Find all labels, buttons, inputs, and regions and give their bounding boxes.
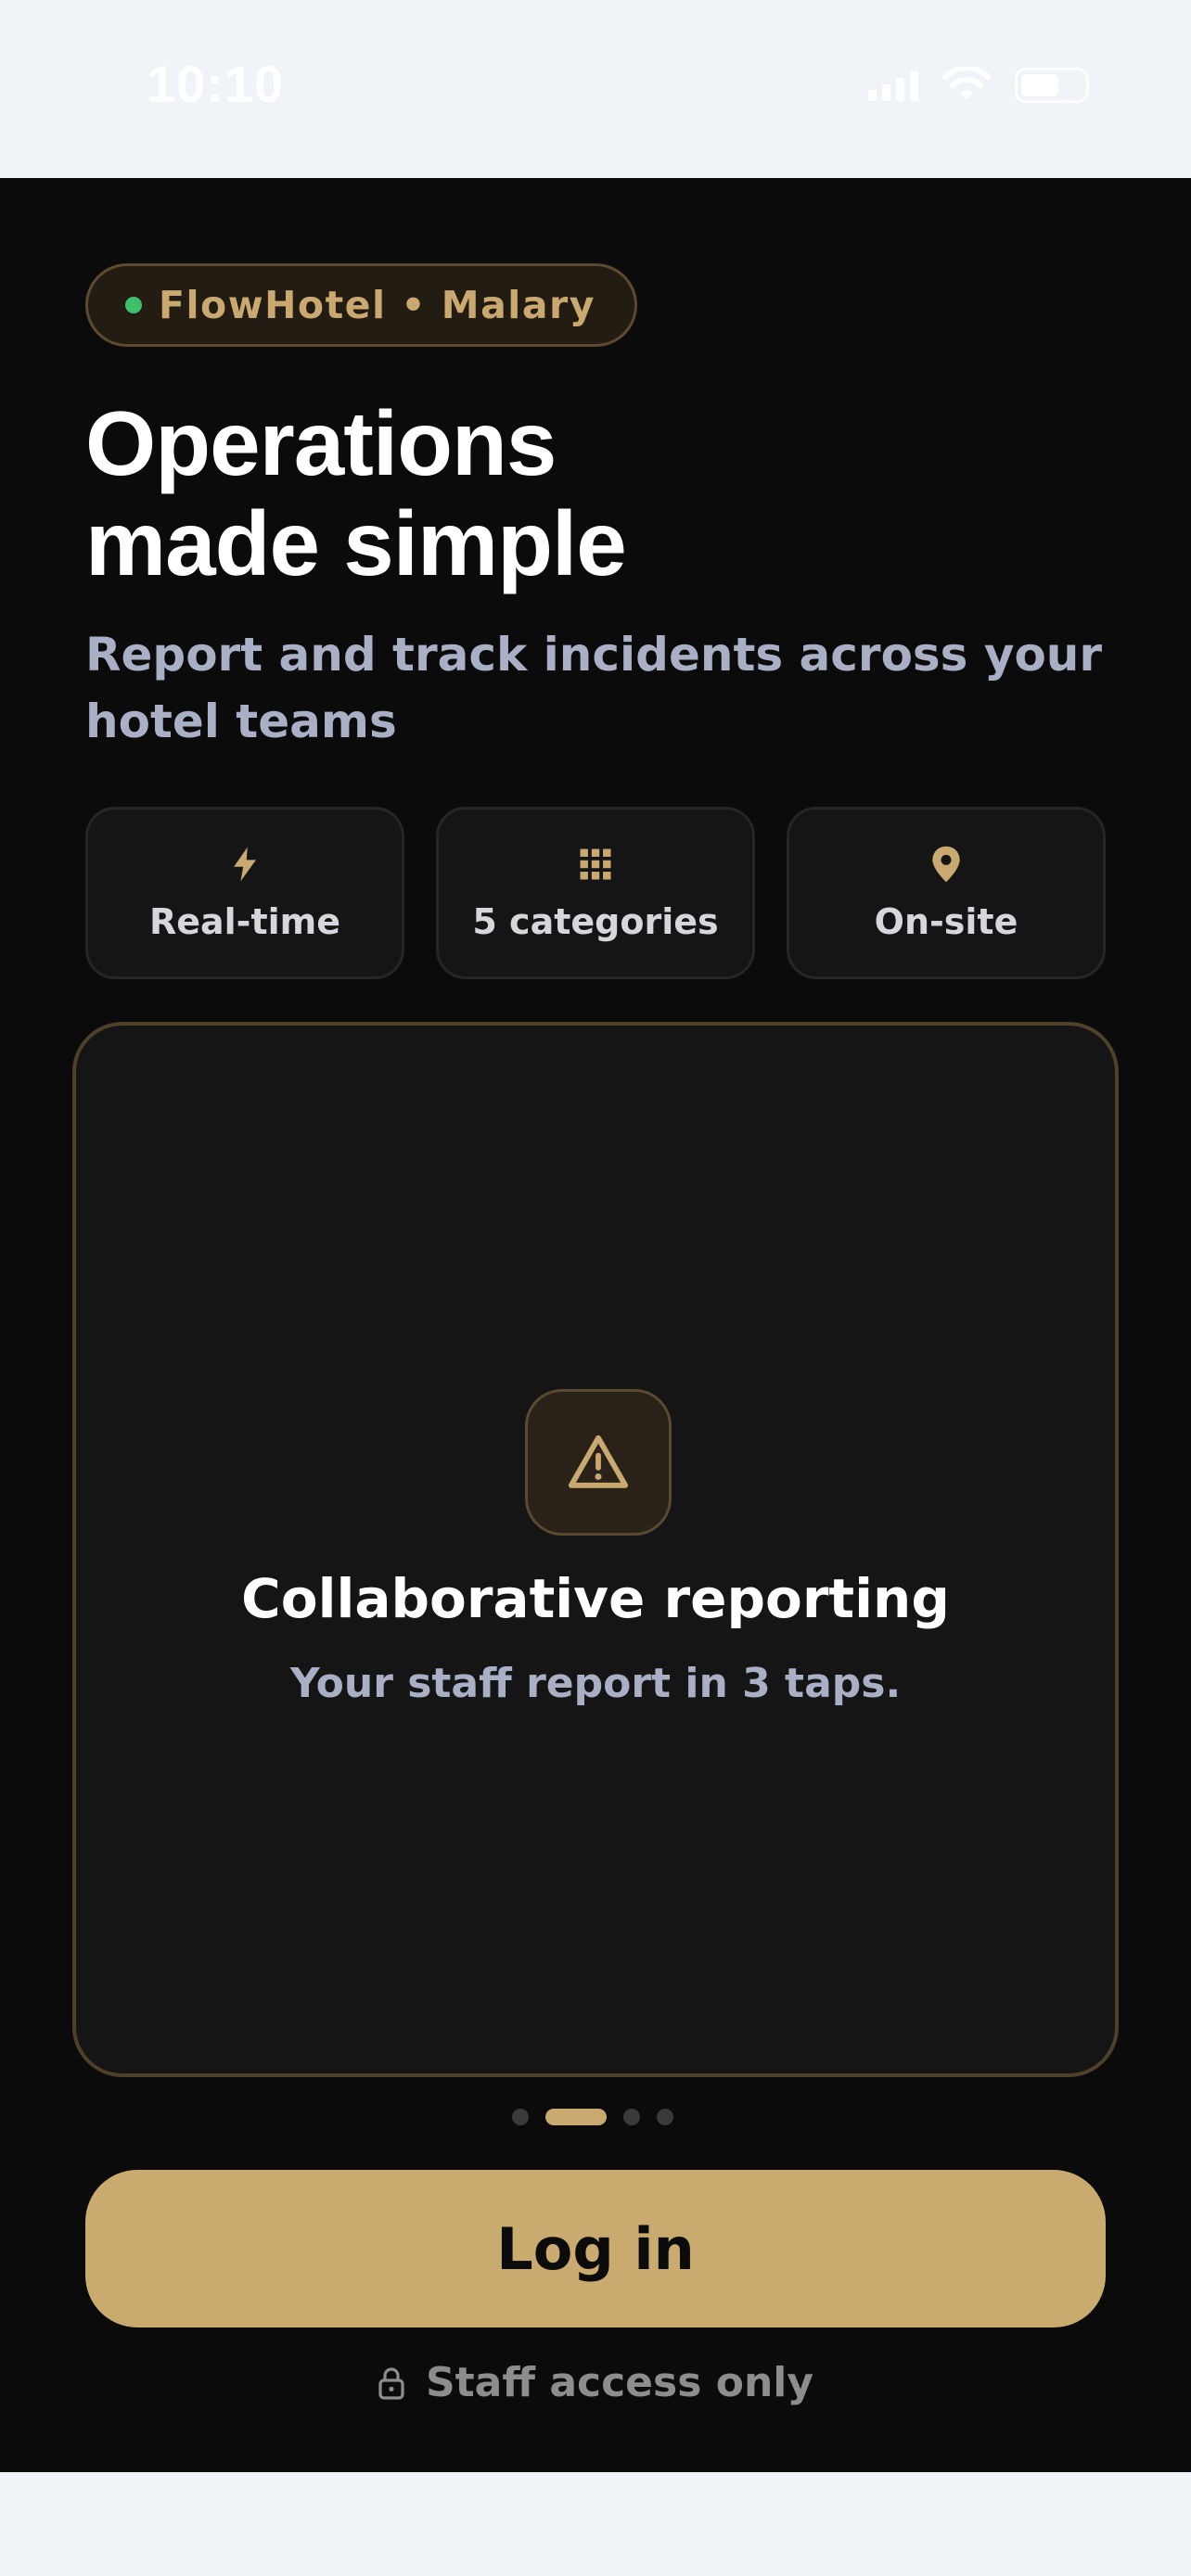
pagination-dot[interactable] [623,2109,640,2125]
slide-icon-box [525,1389,672,1536]
carousel-slide[interactable]: Collaborative reporting Your staff repor… [72,1022,1119,2077]
staff-access-note: Staff access only [0,2359,1191,2406]
carousel-pagination [512,2109,673,2125]
feature-label: 5 categories [472,901,719,942]
pagination-dot[interactable] [512,2109,529,2125]
feature-list: Real-time 5 categories On-site [85,807,1106,979]
location-pin-icon [932,846,960,883]
pagination-dot[interactable] [657,2109,673,2125]
battery-icon [1015,68,1089,103]
feature-on-site: On-site [787,807,1106,979]
slide-title: Collaborative reporting [241,1567,950,1630]
lightning-icon [234,847,256,882]
feature-label: Real-time [148,901,341,942]
status-icons [868,67,1089,104]
feature-categories: 5 categories [436,807,755,979]
cellular-signal-icon [868,70,918,101]
feature-label: On-site [874,901,1018,942]
slide-subtitle: Your staff report in 3 taps. [289,1660,902,1707]
home-indicator-area [0,2472,1191,2576]
title-line-2: made simple [85,492,627,594]
login-button[interactable]: Log in [85,2170,1106,2327]
feature-real-time: Real-time [85,807,404,979]
pagination-dot-active[interactable] [545,2109,607,2125]
page-subtitle: Report and track incidents across your h… [85,628,1103,748]
title-line-1: Operations [85,392,557,494]
brand-badge: FlowHotel • Malary [85,263,637,347]
wifi-icon [942,67,991,100]
onboarding-screen: FlowHotel • Malary Operations made simpl… [0,178,1191,2472]
grid-icon [580,848,611,880]
staff-access-text: Staff access only [425,2359,814,2406]
brand-label: FlowHotel • Malary [159,283,596,327]
online-status-dot [125,297,142,313]
page-title: Operations made simple [85,393,1106,593]
status-bar: 10:10 [0,0,1191,178]
warning-triangle-icon [568,1435,629,1488]
lock-icon [378,2366,404,2400]
status-time: 10:10 [147,55,285,113]
